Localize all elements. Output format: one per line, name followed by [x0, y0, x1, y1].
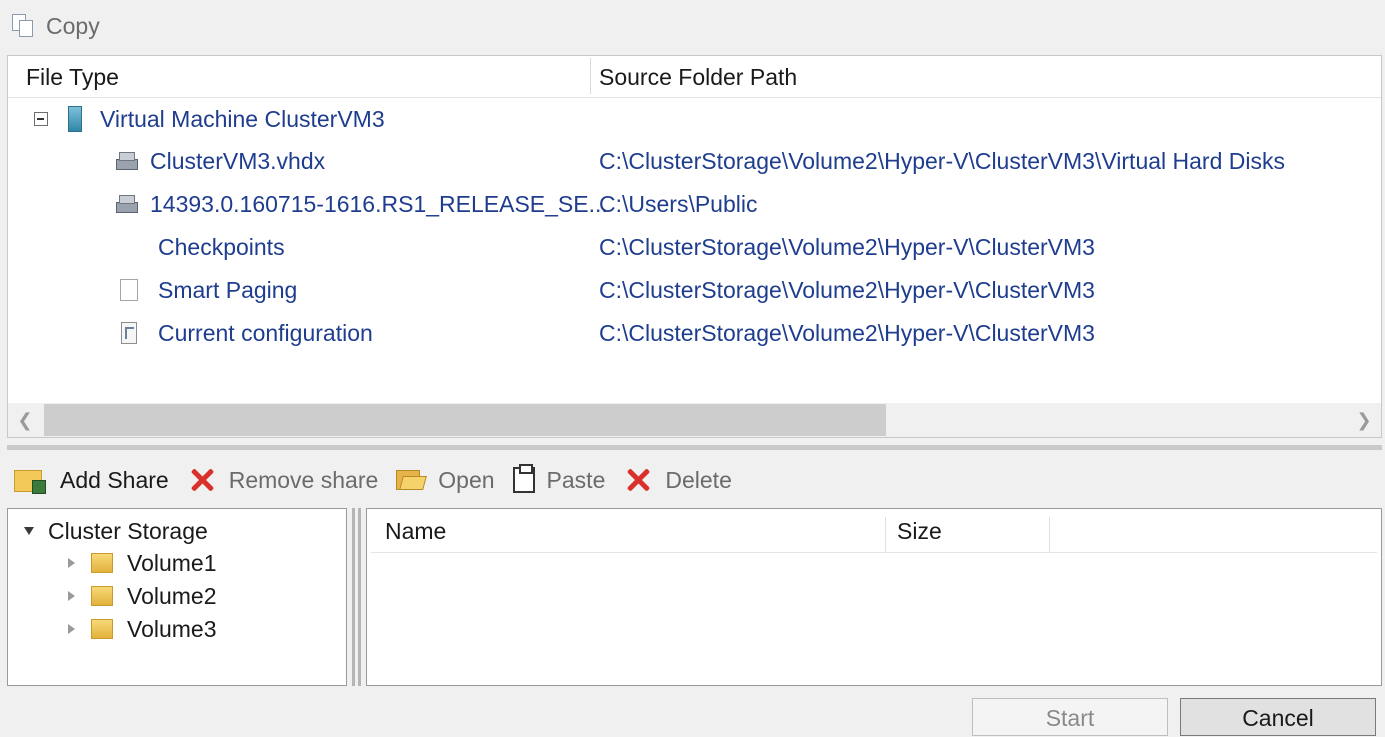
- column-header-source-folder-path[interactable]: Source Folder Path: [599, 56, 797, 98]
- tree-item-volume2[interactable]: Volume2: [68, 580, 217, 612]
- folder-icon: [91, 553, 113, 573]
- collapsed-arrow-icon[interactable]: [68, 624, 75, 634]
- column-separator[interactable]: [590, 58, 591, 94]
- tree-item-label: Volume3: [127, 615, 217, 642]
- file-row[interactable]: Current configuration C:\ClusterStorage\…: [8, 314, 1381, 352]
- paste-button[interactable]: Paste: [512, 464, 606, 494]
- tree-item-label: Volume1: [127, 549, 217, 576]
- tree-item-volume1[interactable]: Volume1: [68, 547, 217, 579]
- collapsed-arrow-icon[interactable]: [68, 591, 75, 601]
- collapsed-arrow-icon[interactable]: [68, 558, 75, 568]
- file-name: Checkpoints: [158, 233, 285, 260]
- start-button[interactable]: Start: [972, 698, 1168, 736]
- copy-icon: [12, 14, 34, 38]
- vm-group-label: Virtual Machine ClusterVM3: [100, 105, 385, 132]
- file-row[interactable]: Checkpoints C:\ClusterStorage\Volume2\Hy…: [8, 228, 1381, 266]
- file-path: C:\ClusterStorage\Volume2\Hyper-V\Cluste…: [599, 148, 1285, 174]
- add-share-button[interactable]: Add Share: [14, 464, 169, 496]
- folder-icon: [91, 586, 113, 606]
- configuration-icon: [121, 322, 137, 344]
- column-header-size[interactable]: Size: [897, 509, 942, 553]
- file-path: C:\ClusterStorage\Volume2\Hyper-V\Cluste…: [599, 277, 1095, 303]
- remove-icon: [187, 465, 217, 495]
- vm-group-row[interactable]: Virtual Machine ClusterVM3: [8, 100, 1381, 138]
- file-name: Current configuration: [158, 319, 373, 346]
- folder-icon: [91, 619, 113, 639]
- column-header-file-type[interactable]: File Type: [26, 56, 119, 98]
- cluster-storage-tree[interactable]: Cluster Storage Volume1 Volume2 Volume3: [7, 508, 347, 686]
- file-path: C:\ClusterStorage\Volume2\Hyper-V\Cluste…: [599, 234, 1095, 260]
- scroll-left-icon[interactable]: ❮: [8, 403, 42, 437]
- vertical-splitter[interactable]: [351, 508, 363, 686]
- pane-splitter[interactable]: [7, 445, 1382, 450]
- remove-share-button[interactable]: Remove share: [187, 465, 379, 495]
- file-row[interactable]: 14393.0.160715-1616.RS1_RELEASE_SE... C:…: [8, 185, 1381, 223]
- storage-toolbar: Add Share Remove share Open Paste Delete: [0, 458, 1385, 502]
- column-header-name[interactable]: Name: [385, 509, 446, 553]
- remove-share-label: Remove share: [228, 466, 379, 493]
- expanded-arrow-icon[interactable]: [24, 527, 34, 535]
- contents-list-header: Name Size: [367, 509, 1381, 553]
- tree-root-cluster-storage[interactable]: Cluster Storage: [24, 515, 208, 547]
- top-toolbar: Copy: [0, 0, 1385, 52]
- file-name: ClusterVM3.vhdx: [150, 147, 326, 174]
- virtual-machine-icon: [68, 106, 82, 132]
- copy-button[interactable]: Copy: [12, 13, 100, 40]
- file-row[interactable]: ClusterVM3.vhdx C:\ClusterStorage\Volume…: [8, 142, 1381, 180]
- column-separator[interactable]: [885, 517, 886, 553]
- tree-item-label: Volume2: [127, 582, 217, 609]
- copy-label: Copy: [46, 12, 100, 39]
- disk-icon: [116, 194, 138, 214]
- file-row[interactable]: Smart Paging C:\ClusterStorage\Volume2\H…: [8, 271, 1381, 309]
- file-list-header: File Type Source Folder Path: [8, 56, 1381, 98]
- tree-item-volume3[interactable]: Volume3: [68, 613, 217, 645]
- file-type-list[interactable]: File Type Source Folder Path Virtual Mac…: [7, 55, 1382, 438]
- page-icon: [120, 279, 138, 301]
- open-button[interactable]: Open: [396, 466, 495, 494]
- tree-root-label: Cluster Storage: [48, 517, 208, 544]
- file-name: 14393.0.160715-1616.RS1_RELEASE_SE...: [150, 190, 608, 217]
- disk-icon: [116, 151, 138, 171]
- delete-label: Delete: [665, 466, 732, 493]
- paste-icon: [512, 464, 535, 493]
- add-share-icon: [14, 464, 48, 496]
- folder-contents-list[interactable]: Name Size: [366, 508, 1382, 686]
- scroll-right-icon[interactable]: ❯: [1347, 403, 1381, 437]
- collapse-icon[interactable]: [34, 112, 48, 126]
- add-share-label: Add Share: [60, 466, 169, 493]
- scrollbar-thumb[interactable]: [44, 404, 886, 436]
- file-name: Smart Paging: [158, 276, 298, 303]
- open-label: Open: [438, 466, 495, 493]
- delete-icon: [623, 465, 653, 495]
- column-separator[interactable]: [1049, 517, 1050, 553]
- file-path: C:\ClusterStorage\Volume2\Hyper-V\Cluste…: [599, 320, 1095, 346]
- horizontal-scrollbar[interactable]: ❮ ❯: [8, 403, 1381, 437]
- open-folder-icon: [396, 468, 428, 492]
- paste-label: Paste: [546, 466, 606, 493]
- file-path: C:\Users\Public: [599, 191, 758, 217]
- delete-button[interactable]: Delete: [623, 465, 731, 495]
- cancel-button[interactable]: Cancel: [1180, 698, 1376, 736]
